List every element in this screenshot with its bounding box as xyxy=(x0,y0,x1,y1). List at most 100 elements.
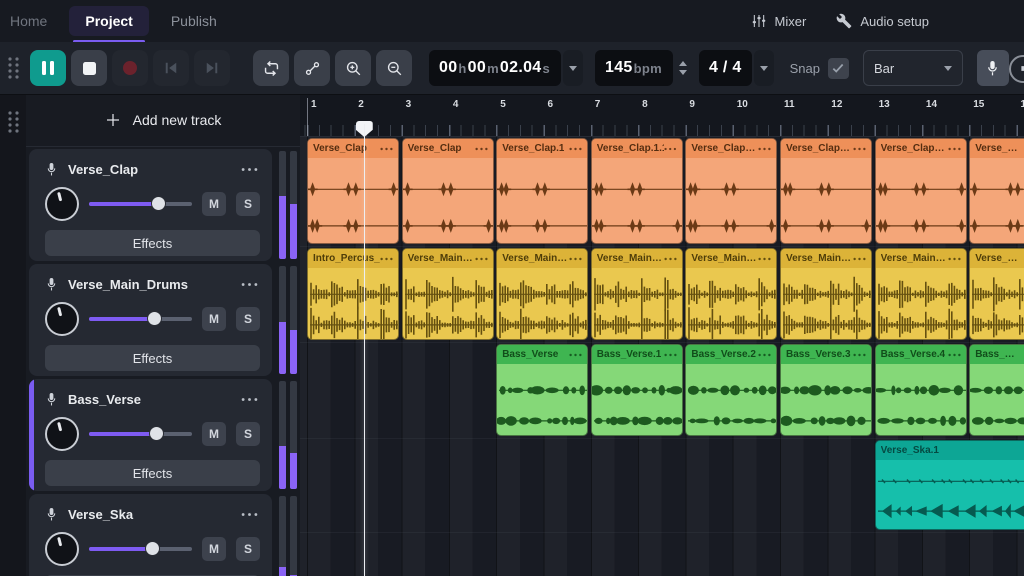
volume-slider[interactable] xyxy=(89,196,192,212)
pause-button[interactable] xyxy=(30,50,66,86)
solo-button[interactable]: S xyxy=(236,307,260,331)
audio-clip[interactable]: Verse_Main… xyxy=(402,248,494,340)
clip-menu-icon[interactable] xyxy=(475,147,488,151)
clip-menu-icon[interactable] xyxy=(569,147,582,151)
volume-slider-handle[interactable] xyxy=(147,311,162,326)
audio-clip[interactable]: Verse_Clap xyxy=(402,138,494,244)
pan-knob[interactable] xyxy=(45,532,79,566)
clip-menu-icon[interactable] xyxy=(758,147,771,151)
audio-clip[interactable]: Verse_Main… xyxy=(875,248,967,340)
track-card[interactable]: Verse_Ska M S Effects xyxy=(29,494,272,576)
input-mic-button[interactable] xyxy=(977,50,1009,86)
audio-clip[interactable]: Verse_Clap… xyxy=(780,138,872,244)
stop-button[interactable] xyxy=(71,50,107,86)
tab-publish[interactable]: Publish xyxy=(155,6,233,36)
track-card[interactable]: Verse_Clap M S Effects xyxy=(29,149,272,261)
track-card[interactable]: Bass_Verse M S Effects xyxy=(29,379,272,491)
bpm-display[interactable]: 145bpm xyxy=(595,50,673,86)
automation-button[interactable] xyxy=(294,50,330,86)
time-signature-dropdown[interactable] xyxy=(754,50,774,86)
solo-button[interactable]: S xyxy=(236,192,260,216)
audio-clip[interactable]: Verse_Clap.1 xyxy=(496,138,588,244)
add-track-button[interactable]: Add new track xyxy=(26,94,300,147)
audio-clip[interactable]: Bass_Verse.1 xyxy=(591,344,683,436)
track-card[interactable]: Verse_Main_Drums M S Effects xyxy=(29,264,272,376)
snap-checkbox[interactable] xyxy=(828,58,849,79)
record-button[interactable] xyxy=(112,50,148,86)
track-menu-icon[interactable] xyxy=(241,397,258,402)
time-signature-display[interactable]: 4 / 4 xyxy=(699,50,752,86)
track-menu-icon[interactable] xyxy=(241,512,258,517)
audio-clip[interactable]: Verse_Main… xyxy=(685,248,777,340)
clip-lane[interactable]: Verse_Clap Verse_Clap Verse_Clap.1 Verse… xyxy=(300,138,1024,247)
clip-lane[interactable]: Verse_Ska.1 xyxy=(300,440,1024,533)
audio-clip[interactable]: Intro_Percus_ xyxy=(307,248,399,340)
clip-menu-icon[interactable] xyxy=(569,353,582,357)
clip-lane[interactable]: Intro_Percus_ Verse_Main… Verse_Main… Ve… xyxy=(300,248,1024,343)
audio-setup-button[interactable]: Audio setup xyxy=(836,13,929,29)
clip-menu-icon[interactable] xyxy=(380,257,393,261)
volume-slider[interactable] xyxy=(89,311,192,327)
drag-handle-icon[interactable] xyxy=(7,56,20,80)
audio-clip[interactable]: Verse_Main… xyxy=(496,248,588,340)
zoom-in-button[interactable] xyxy=(335,50,371,86)
timeline-ruler[interactable]: 12345678910111213141516 xyxy=(300,94,1024,137)
clip-menu-icon[interactable] xyxy=(948,147,961,151)
audio-clip[interactable]: Bass_Verse xyxy=(496,344,588,436)
clip-menu-icon[interactable] xyxy=(569,257,582,261)
clip-menu-icon[interactable] xyxy=(853,257,866,261)
clip-menu-icon[interactable] xyxy=(948,257,961,261)
solo-button[interactable]: S xyxy=(236,537,260,561)
audio-clip[interactable]: Verse_Clap… xyxy=(875,138,967,244)
audio-clip[interactable]: Verse_Main… xyxy=(780,248,872,340)
audio-clip[interactable]: Verse_… xyxy=(969,248,1024,340)
audio-clip[interactable]: Verse_Main… xyxy=(591,248,683,340)
audio-clip[interactable]: Bass_Verse.2 xyxy=(685,344,777,436)
audio-clip[interactable]: Verse_Clap.1.1 xyxy=(591,138,683,244)
time-display[interactable]: 00h00m02.04s xyxy=(429,50,561,86)
audio-clip[interactable]: Bass_… xyxy=(969,344,1024,436)
pan-knob[interactable] xyxy=(45,187,79,221)
timeline[interactable]: 12345678910111213141516 Verse_Clap Verse… xyxy=(300,94,1024,576)
clip-menu-icon[interactable] xyxy=(758,353,771,357)
clip-menu-icon[interactable] xyxy=(380,147,393,151)
clip-menu-icon[interactable] xyxy=(664,257,677,261)
clip-menu-icon[interactable] xyxy=(475,257,488,261)
skip-forward-button[interactable] xyxy=(194,50,230,86)
clip-menu-icon[interactable] xyxy=(853,353,866,357)
clip-menu-icon[interactable] xyxy=(948,353,961,357)
volume-slider-handle[interactable] xyxy=(145,541,160,556)
drag-handle-icon[interactable] xyxy=(7,110,20,134)
volume-slider[interactable] xyxy=(89,541,192,557)
zoom-out-button[interactable] xyxy=(376,50,412,86)
pan-knob[interactable] xyxy=(45,302,79,336)
clip-menu-icon[interactable] xyxy=(853,147,866,151)
pan-knob[interactable] xyxy=(45,417,79,451)
audio-clip[interactable]: Verse_Ska.1 xyxy=(875,440,1024,530)
grid-resolution-select[interactable]: Bar xyxy=(863,50,963,86)
track-menu-icon[interactable] xyxy=(241,167,258,172)
mute-button[interactable]: M xyxy=(202,307,226,331)
clip-lane[interactable]: Bass_Verse Bass_Verse.1 Bass_Verse.2 Bas… xyxy=(300,344,1024,439)
track-menu-icon[interactable] xyxy=(241,282,258,287)
effects-button[interactable]: Effects xyxy=(45,345,260,371)
tab-project[interactable]: Project xyxy=(69,6,148,36)
volume-slider-handle[interactable] xyxy=(151,196,166,211)
loop-button[interactable] xyxy=(253,50,289,86)
skip-back-button[interactable] xyxy=(153,50,189,86)
audio-clip[interactable]: Bass_Verse.4 xyxy=(875,344,967,436)
clip-menu-icon[interactable] xyxy=(758,257,771,261)
effects-button[interactable]: Effects xyxy=(45,460,260,486)
audio-clip[interactable]: Verse_… xyxy=(969,138,1024,244)
clip-menu-icon[interactable] xyxy=(664,353,677,357)
mute-button[interactable]: M xyxy=(202,192,226,216)
mute-button[interactable]: M xyxy=(202,537,226,561)
tab-home[interactable]: Home xyxy=(0,6,63,36)
mixer-button[interactable]: Mixer xyxy=(751,13,807,29)
volume-slider[interactable] xyxy=(89,426,192,442)
time-display-dropdown[interactable] xyxy=(563,50,583,86)
solo-button[interactable]: S xyxy=(236,422,260,446)
mute-button[interactable]: M xyxy=(202,422,226,446)
audio-clip[interactable]: Bass_Verse.3 xyxy=(780,344,872,436)
audio-clip[interactable]: Verse_Clap xyxy=(307,138,399,244)
